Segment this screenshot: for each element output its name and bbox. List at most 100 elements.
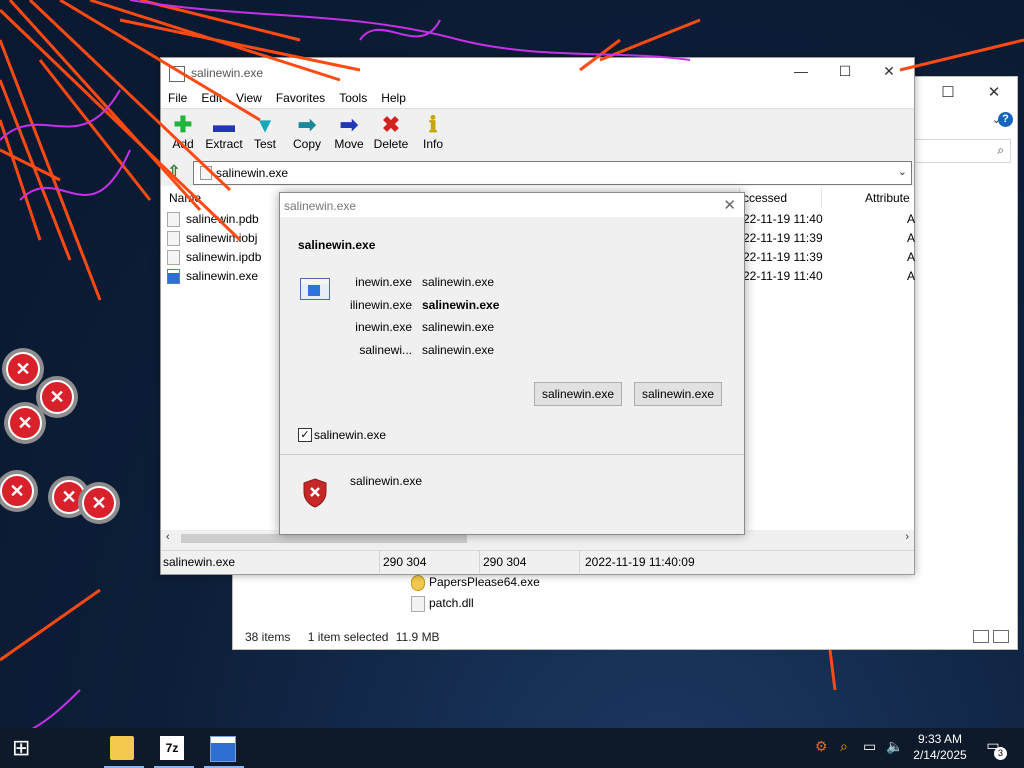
checkbox[interactable]: ✓: [298, 428, 312, 442]
scroll-right-icon[interactable]: ›: [905, 531, 909, 543]
search-icon[interactable]: ⌕: [840, 738, 848, 755]
up-folder-icon[interactable]: ⇧: [165, 163, 183, 181]
selection-size: 11.9 MB: [395, 630, 440, 644]
menu-tools[interactable]: Tools: [332, 88, 374, 108]
divider: [280, 454, 744, 455]
move-button[interactable]: ➡ Move: [327, 113, 371, 157]
selection-count: 1 item selected: [307, 630, 389, 644]
status-bar: salinewin.exe 290 304 290 304 2022-11-19…: [161, 550, 914, 573]
start-windows-icon[interactable]: ⊞: [12, 736, 36, 760]
dialog-title: salinewin.exe: [284, 199, 357, 213]
exe-file-icon: [411, 574, 425, 591]
7zip-taskbar-icon[interactable]: 7z: [160, 736, 184, 760]
file-icon: [167, 250, 180, 266]
column-header-attributes[interactable]: Attribute: [865, 186, 910, 210]
file-explorer-taskbar-icon[interactable]: [110, 736, 134, 760]
status-modified: 2022-11-19 11:40:09: [585, 555, 695, 569]
close-button[interactable]: ✕: [869, 63, 909, 83]
dialog-title-bar[interactable]: salinewin.exe ✕: [280, 193, 744, 217]
path-text: salinewin.exe: [216, 166, 289, 180]
status-size: 290 304: [381, 551, 480, 573]
item-count: 38 items: [245, 630, 291, 644]
notification-count-badge: 3: [994, 747, 1007, 760]
delete-x-icon: ✖: [381, 112, 401, 137]
copy-button[interactable]: ➡ Copy: [285, 113, 329, 157]
error-icon: ✕: [82, 486, 116, 520]
menu-bar: File Edit View Favorites Tools Help: [161, 88, 914, 108]
field-label: inewin.exe: [355, 320, 412, 334]
volume-icon[interactable]: 🔈: [886, 738, 903, 755]
column-header-name[interactable]: Name: [169, 186, 201, 210]
file-icon: [200, 166, 212, 180]
error-icon: ✕: [8, 406, 42, 440]
clock-time: 9:33 AM: [917, 732, 963, 746]
clock-date: 2/14/2025: [913, 748, 967, 762]
error-icon: ✕: [0, 474, 34, 508]
taskbar: ⊞ 7z ⚙ ⌕ ▭ 🔈 9:33 AM 2/14/2025 ▭ 3: [0, 728, 1024, 768]
network-status-icon[interactable]: ⚙: [815, 738, 828, 755]
maximize-icon[interactable]: ☐: [933, 83, 963, 103]
menu-view[interactable]: View: [229, 88, 269, 108]
large-icons-view-icon[interactable]: [993, 630, 1009, 643]
arrow-right-icon: ➡: [339, 112, 359, 137]
menu-help[interactable]: Help: [374, 88, 413, 108]
field-label: salinewi...: [359, 343, 412, 357]
checkbox-label[interactable]: salinewin.exe: [314, 428, 386, 442]
list-item[interactable]: PapersPlease64.exe: [411, 572, 540, 592]
check-icon: ▾: [259, 112, 271, 137]
path-combobox[interactable]: salinewin.exe ⌄: [193, 161, 912, 185]
menu-edit[interactable]: Edit: [194, 88, 229, 108]
field-value: salinewin.exe: [422, 298, 500, 312]
error-icon: ✕: [6, 352, 40, 386]
test-button[interactable]: ▾ Test: [243, 113, 287, 157]
field-label: inewin.exe: [355, 275, 412, 289]
minus-icon: ▬: [213, 112, 235, 137]
app-icon: [169, 66, 185, 82]
info-icon: ℹ: [428, 112, 438, 137]
delete-button[interactable]: ✖ Delete: [369, 113, 413, 157]
help-icon[interactable]: ?: [998, 112, 1013, 127]
notification-center-icon[interactable]: ▭ 3: [982, 737, 1007, 760]
close-icon[interactable]: ✕: [979, 83, 1009, 103]
info-button[interactable]: ℹ Info: [411, 113, 455, 157]
menu-favorites[interactable]: Favorites: [269, 88, 332, 108]
error-icon: ✕: [52, 480, 86, 514]
dialog-heading: salinewin.exe: [298, 238, 376, 252]
field-value: salinewin.exe: [422, 320, 495, 334]
exe-file-icon: [167, 269, 180, 285]
explorer-status-bar: 38 items 1 item selected 11.9 MB: [245, 629, 454, 645]
file-dialog: salinewin.exe ✕ salinewin.exe inewin.exe…: [279, 192, 745, 535]
field-label: ilinewin.exe: [349, 298, 412, 312]
taskbar-clock[interactable]: 9:33 AM 2/14/2025: [912, 731, 968, 763]
scrollbar-thumb[interactable]: [181, 534, 467, 543]
menu-file[interactable]: File: [161, 88, 194, 108]
maximize-button[interactable]: ☐: [825, 63, 865, 83]
search-icon: ⌕: [997, 143, 1004, 157]
title-bar[interactable]: salinewin.exe — ☐ ✕: [161, 58, 914, 88]
minimize-button[interactable]: —: [781, 63, 821, 83]
file-icon: [167, 212, 180, 228]
security-shield-icon: [303, 478, 327, 508]
search-input[interactable]: ⌕: [913, 139, 1011, 163]
salinewin-taskbar-icon[interactable]: [210, 736, 236, 762]
list-item[interactable]: patch.dll: [411, 593, 474, 613]
window-title: salinewin.exe: [191, 66, 264, 80]
field-value: salinewin.exe: [422, 275, 495, 289]
close-icon[interactable]: ✕: [723, 196, 736, 214]
add-button[interactable]: ✚ Add: [161, 113, 205, 157]
network-icon[interactable]: ▭: [863, 738, 876, 755]
extract-button[interactable]: ▬ Extract: [202, 113, 246, 157]
address-bar: ⇧ salinewin.exe ⌄: [161, 159, 914, 185]
details-view-icon[interactable]: [973, 630, 989, 643]
arrow-right-icon: ➡: [297, 112, 317, 137]
dll-file-icon: [411, 595, 425, 612]
chevron-down-icon[interactable]: ⌄: [898, 165, 907, 178]
column-header-accessed[interactable]: ccessed: [743, 186, 787, 210]
status-packed-size: 290 304: [481, 551, 580, 573]
toolbar: ✚ Add ▬ Extract ▾ Test ➡ Copy ➡ Move ✖ D…: [161, 108, 914, 159]
column-separator[interactable]: [821, 188, 822, 208]
scroll-left-icon[interactable]: ‹: [166, 531, 170, 543]
plus-icon: ✚: [173, 112, 193, 137]
dialog-button-secondary[interactable]: salinewin.exe: [634, 382, 722, 406]
dialog-button-primary[interactable]: salinewin.exe: [534, 382, 622, 406]
